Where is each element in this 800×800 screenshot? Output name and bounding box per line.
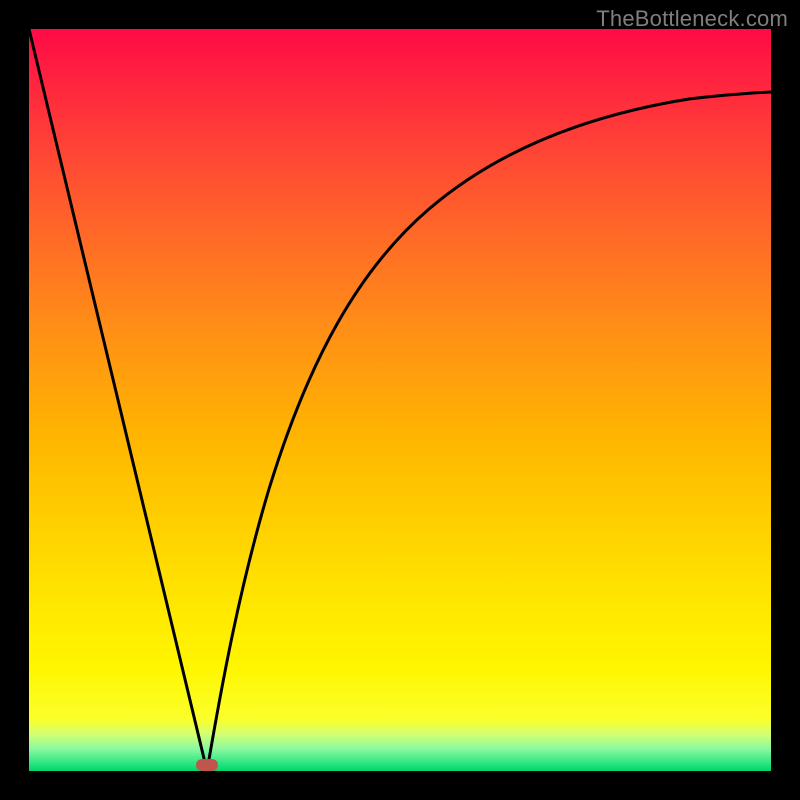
chart-plot-area xyxy=(29,29,771,771)
chart-curve xyxy=(29,29,771,771)
watermark-text: TheBottleneck.com xyxy=(596,6,788,32)
curve-right-branch xyxy=(207,92,771,771)
minimum-marker xyxy=(196,759,218,771)
curve-left-branch xyxy=(29,29,207,771)
